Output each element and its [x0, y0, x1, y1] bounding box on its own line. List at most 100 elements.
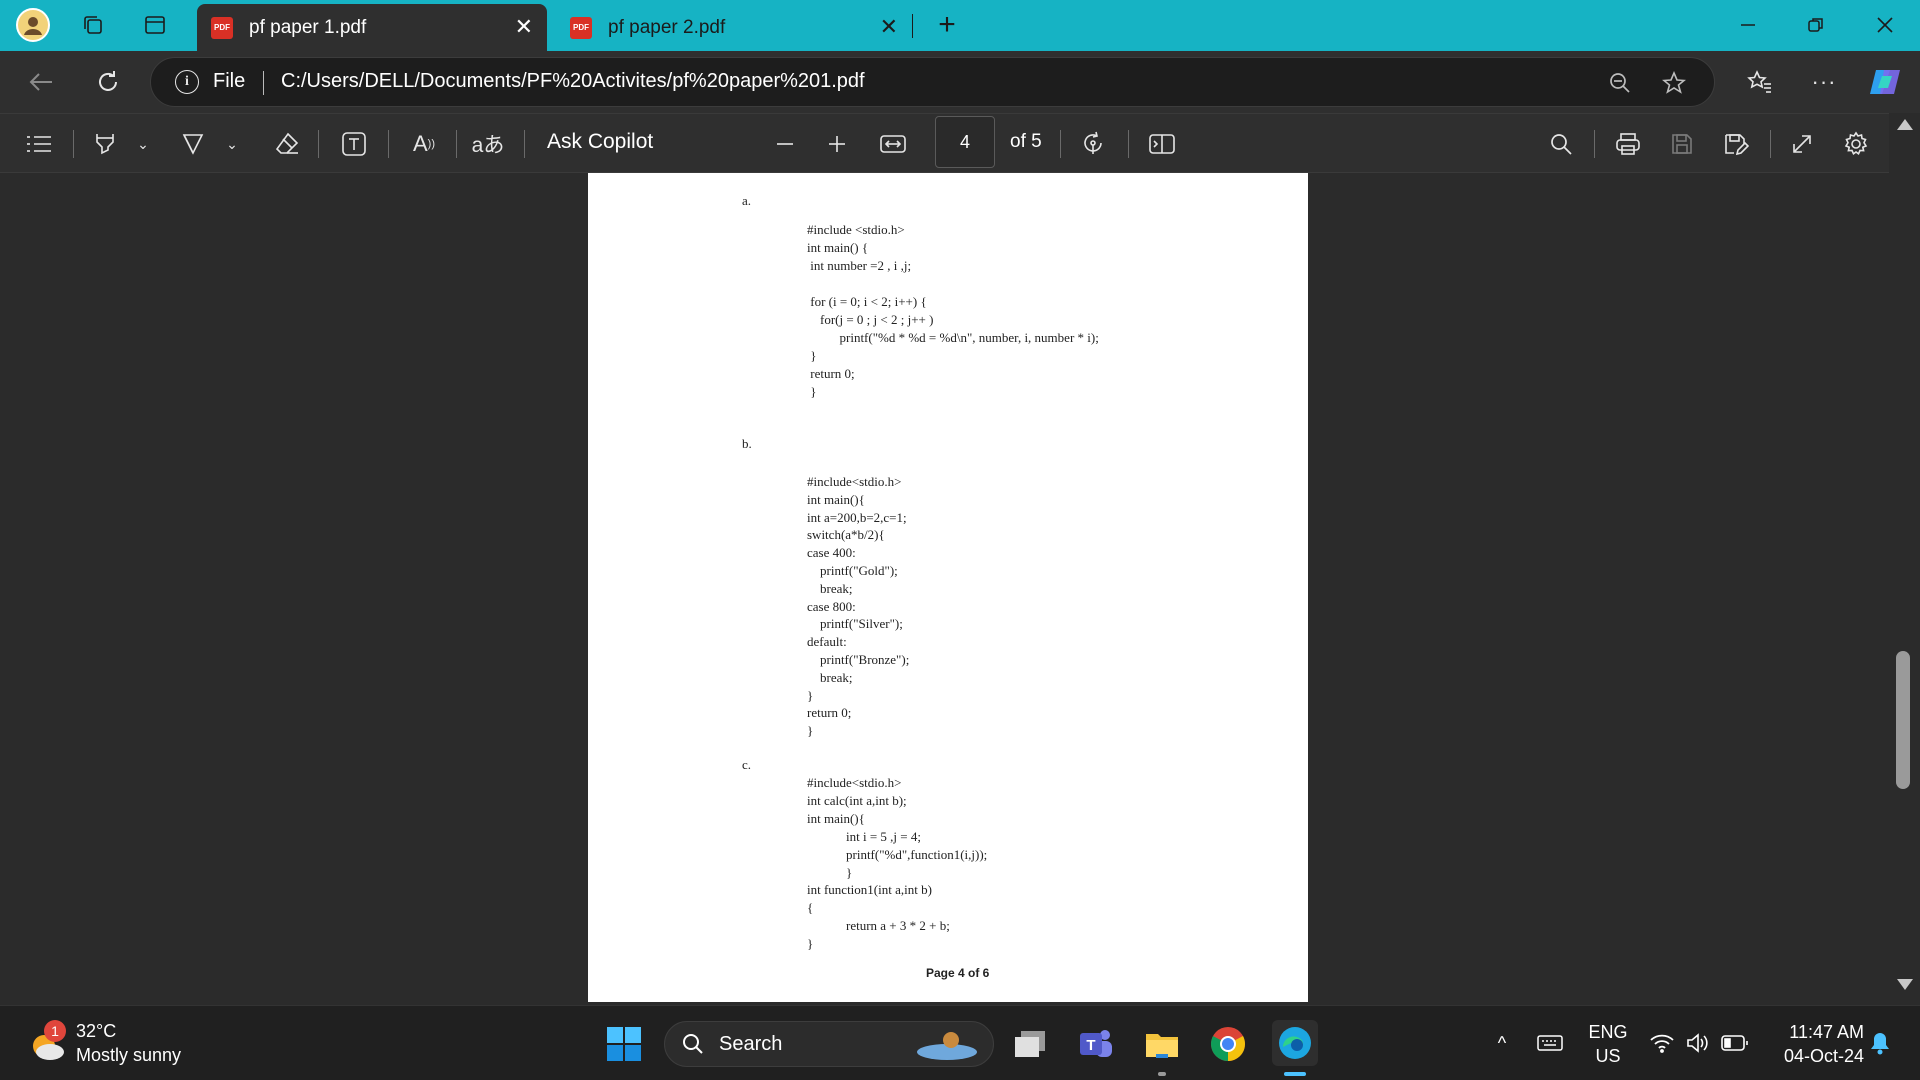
toolbar-separator: [524, 130, 525, 158]
toolbar-separator: [1060, 130, 1061, 158]
favorite-star-icon[interactable]: [1661, 70, 1687, 96]
volume-icon[interactable]: [1684, 1028, 1712, 1058]
zoom-out-icon[interactable]: [1607, 70, 1633, 96]
toolbar-separator: [1128, 130, 1129, 158]
page-number-input[interactable]: 4: [935, 116, 995, 168]
copilot-icon[interactable]: [1867, 64, 1905, 100]
full-screen-icon[interactable]: [1787, 129, 1817, 159]
scheme-divider: [263, 71, 264, 95]
page-footer: Page 4 of 6: [926, 966, 990, 980]
region-code: US: [1595, 1046, 1621, 1066]
scroll-thumb[interactable]: [1896, 651, 1910, 789]
minimize-icon[interactable]: [1733, 10, 1763, 40]
question-label-a: a.: [742, 193, 752, 208]
input-language[interactable]: ENG US: [1580, 1020, 1636, 1068]
new-tab-icon[interactable]: +: [932, 8, 962, 41]
restore-icon[interactable]: [1801, 10, 1831, 40]
svg-text:T: T: [1086, 1037, 1095, 1054]
tab-label: pf paper 2.pdf: [608, 16, 726, 38]
pdf-viewer[interactable]: a. #include <stdio.h> int main() { int n…: [0, 173, 1920, 1005]
pdf-page: a. #include <stdio.h> int main() { int n…: [588, 173, 1308, 1002]
text-box-icon[interactable]: [339, 129, 369, 159]
clock[interactable]: 11:47 AM 04-Oct-24: [1768, 1020, 1864, 1068]
highlight-icon[interactable]: [90, 129, 120, 159]
page-view-icon[interactable]: [1146, 129, 1178, 159]
scheme-label: File: [213, 70, 246, 92]
search-icon: [683, 1034, 703, 1054]
vertical-scrollbar[interactable]: [1889, 113, 1920, 1005]
more-options-icon[interactable]: ···: [1808, 66, 1840, 98]
save-icon: [1667, 129, 1697, 159]
refresh-icon[interactable]: [91, 65, 125, 99]
show-hidden-icons[interactable]: ^: [1490, 1028, 1514, 1058]
draw-dropdown-icon[interactable]: ⌄: [223, 134, 241, 154]
question-label-b: b.: [742, 436, 752, 451]
code-block-a: #include <stdio.h> int main() { int numb…: [807, 222, 1099, 399]
site-info-icon[interactable]: i: [175, 70, 199, 94]
language-code: ENG: [1588, 1022, 1628, 1042]
weather-widget[interactable]: 1 32°C Mostly sunny: [26, 1018, 196, 1068]
pdf-icon: PDF: [211, 16, 233, 39]
code-block-c: #include<stdio.h> int calc(int a,int b);…: [807, 775, 988, 952]
zoom-in-button[interactable]: [823, 130, 851, 158]
search-box[interactable]: Search: [664, 1021, 994, 1067]
file-explorer-icon[interactable]: [1142, 1024, 1182, 1064]
code-block-b: #include<stdio.h> int main(){ int a=200,…: [807, 474, 910, 739]
chrome-icon[interactable]: [1208, 1024, 1248, 1064]
workspaces-icon[interactable]: [78, 10, 108, 40]
search-highlight-image: [907, 1028, 979, 1062]
wifi-icon[interactable]: [1648, 1028, 1676, 1058]
notification-bell-icon[interactable]: [1866, 1028, 1894, 1058]
read-aloud-icon[interactable]: A)): [407, 128, 441, 160]
search-label: Search: [719, 1032, 783, 1055]
save-as-icon[interactable]: [1721, 129, 1751, 159]
eraser-icon[interactable]: [272, 129, 302, 159]
close-tab-icon[interactable]: ✕: [515, 14, 533, 40]
edge-icon[interactable]: [1272, 1020, 1318, 1066]
keyboard-icon[interactable]: [1536, 1026, 1564, 1060]
url-text[interactable]: C:/Users/DELL/Documents/PF%20Activites/p…: [281, 70, 865, 93]
start-button[interactable]: [604, 1024, 644, 1064]
favorites-icon[interactable]: [1744, 66, 1776, 98]
contents-list-icon[interactable]: [24, 130, 54, 158]
weather-desc: Mostly sunny: [76, 1045, 182, 1065]
tab-pf-paper-2[interactable]: PDF pf paper 2.pdf ✕: [556, 4, 912, 51]
scroll-down-arrow[interactable]: [1897, 979, 1913, 990]
draw-icon[interactable]: [178, 129, 208, 159]
print-icon[interactable]: [1613, 129, 1643, 159]
running-indicator: [1158, 1072, 1166, 1076]
scroll-up-arrow[interactable]: [1897, 119, 1913, 130]
back-icon[interactable]: [24, 65, 58, 99]
time: 11:47 AM: [1789, 1022, 1864, 1042]
teams-icon[interactable]: T: [1076, 1024, 1116, 1064]
tab-actions-icon[interactable]: [140, 10, 170, 40]
highlight-dropdown-icon[interactable]: ⌄: [134, 134, 152, 154]
toolbar-separator: [456, 130, 457, 158]
pdf-toolbar: ⌄ ⌄ A)) aあ Ask Copilot 4 of 5: [0, 113, 1920, 173]
weather-temp: 32°C: [76, 1021, 117, 1041]
translate-icon[interactable]: aあ: [470, 128, 506, 160]
weather-badge: 1: [44, 1020, 66, 1042]
zoom-out-button[interactable]: [771, 130, 799, 158]
toolbar-separator: [318, 130, 319, 158]
question-label-c: c.: [742, 757, 752, 772]
fit-to-width-icon[interactable]: [877, 129, 909, 159]
ask-copilot-button[interactable]: Ask Copilot: [547, 130, 653, 154]
rotate-icon[interactable]: [1078, 129, 1110, 159]
windows-logo-icon: [607, 1027, 641, 1061]
tab-pf-paper-1[interactable]: PDF pf paper 1.pdf ✕: [197, 4, 547, 51]
pdf-icon: PDF: [570, 16, 592, 39]
close-tab-icon[interactable]: ✕: [880, 14, 898, 40]
taskbar: 1 32°C Mostly sunny Search T ^ ENG US 11…: [0, 1005, 1920, 1080]
active-indicator: [1284, 1072, 1306, 1076]
profile-avatar[interactable]: [16, 8, 50, 42]
settings-gear-icon[interactable]: [1841, 129, 1871, 159]
address-bar[interactable]: i File C:/Users/DELL/Documents/PF%20Acti…: [150, 57, 1715, 107]
battery-icon[interactable]: [1720, 1028, 1750, 1058]
close-window-icon[interactable]: [1870, 10, 1900, 40]
find-icon[interactable]: [1546, 129, 1576, 159]
toolbar-separator: [388, 130, 389, 158]
task-view-icon[interactable]: [1010, 1024, 1050, 1064]
toolbar-separator: [73, 130, 74, 158]
tab-label: pf paper 1.pdf: [249, 16, 367, 38]
